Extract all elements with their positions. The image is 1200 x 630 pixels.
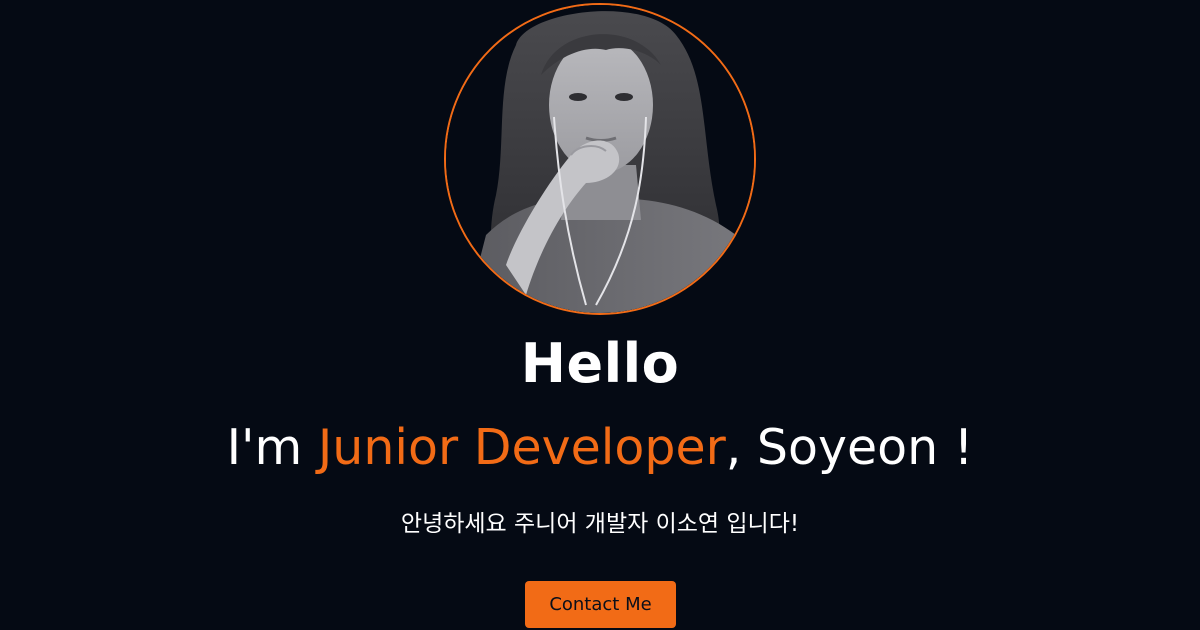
profile-photo [446, 5, 754, 313]
intro-role-highlight: Junior Developer [317, 419, 726, 476]
intro-heading: I'm Junior Developer, Soyeon ! [0, 418, 1200, 478]
intro-suffix: , Soyeon ! [725, 419, 974, 476]
hero-section: Hello I'm Junior Developer, Soyeon ! 안녕하… [0, 0, 1200, 630]
contact-me-button[interactable]: Contact Me [525, 581, 676, 628]
profile-avatar [444, 3, 756, 315]
korean-greeting: 안녕하세요 주니어 개발자 이소연 입니다! [400, 511, 800, 537]
intro-prefix: I'm [226, 419, 318, 476]
hello-heading: Hello [520, 332, 680, 395]
